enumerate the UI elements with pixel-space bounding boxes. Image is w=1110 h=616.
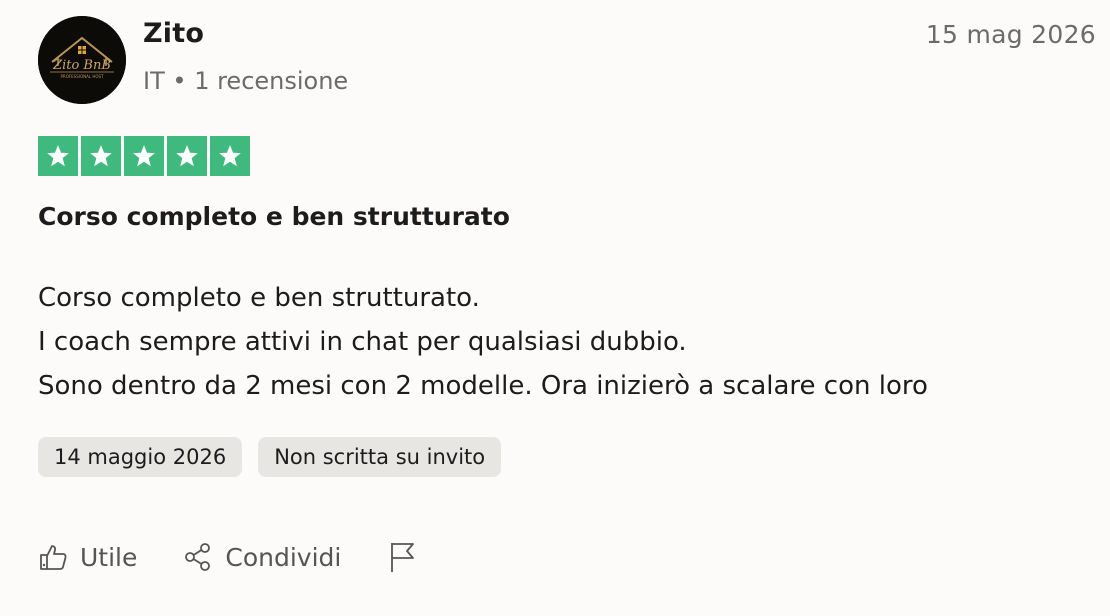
share-button[interactable]: Condividi	[183, 542, 341, 572]
review-badges: 14 maggio 2026 Non scritta su invito	[38, 437, 502, 477]
meta-separator: •	[172, 67, 187, 95]
avatar[interactable]: Zito BnB PROFESSIONAL HOST	[38, 16, 126, 104]
review-body-line: I coach sempre attivi in chat per qualsi…	[38, 327, 687, 357]
star	[210, 136, 250, 176]
star	[81, 136, 121, 176]
review-body: Corso completo e ben strutturato. I coac…	[38, 276, 928, 408]
reviewer-meta: IT • 1 recensione	[143, 67, 348, 95]
star-icon	[47, 145, 69, 167]
share-icon	[185, 543, 211, 571]
avatar-logo-subtext: PROFESSIONAL HOST	[61, 74, 104, 79]
star-icon	[133, 145, 155, 167]
report-button[interactable]	[387, 540, 417, 574]
reviewer-review-count: 1 recensione	[194, 67, 349, 95]
star	[38, 136, 78, 176]
review-date: 15 mag 2026	[925, 20, 1096, 49]
review-title[interactable]: Corso completo e ben strutturato	[38, 202, 510, 231]
review-body-line: Sono dentro da 2 mesi con 2 modelle. Ora…	[38, 371, 928, 401]
review-card: Zito BnB PROFESSIONAL HOST Zito IT • 1 r…	[0, 0, 1110, 616]
review-body-line: Corso completo e ben strutturato.	[38, 283, 480, 313]
star-icon	[219, 145, 241, 167]
experience-date-badge: 14 maggio 2026	[38, 437, 243, 477]
reviewer-country: IT	[143, 67, 165, 95]
flag-icon	[391, 543, 415, 572]
useful-label: Utile	[80, 542, 138, 572]
star-rating	[38, 136, 250, 176]
star	[124, 136, 164, 176]
star-icon	[90, 145, 112, 167]
review-actions: Utile Condividi	[38, 536, 463, 578]
zito-bnb-logo-icon: Zito BnB PROFESSIONAL HOST	[38, 16, 126, 104]
share-label: Condividi	[225, 542, 342, 572]
avatar-logo-text: Zito BnB	[52, 58, 111, 73]
reviewer-name[interactable]: Zito	[143, 18, 204, 49]
invite-status-badge: Non scritta su invito	[258, 437, 502, 477]
star-icon	[176, 145, 198, 167]
thumbs-up-icon	[40, 545, 67, 570]
useful-button[interactable]: Utile	[38, 542, 137, 572]
star	[167, 136, 207, 176]
